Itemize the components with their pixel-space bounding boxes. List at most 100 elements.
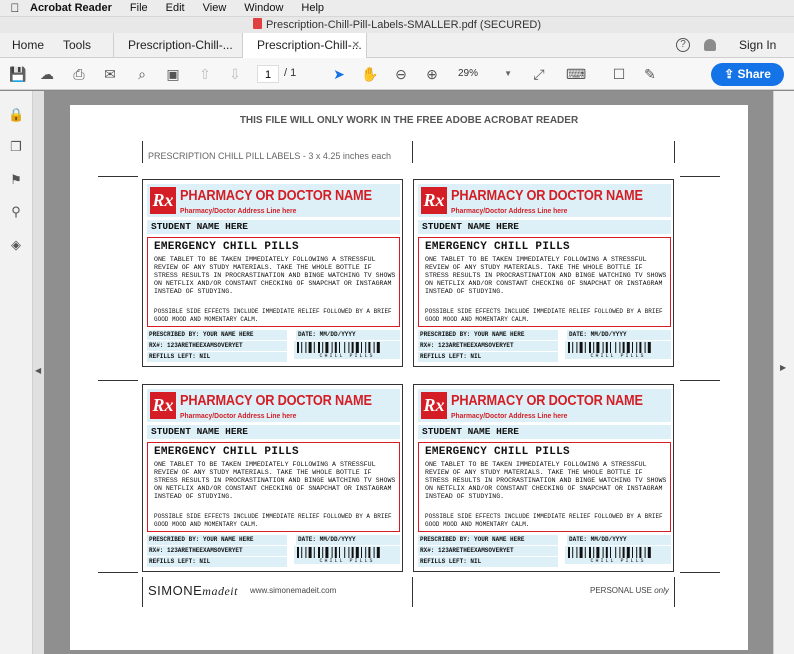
- prescription-label: Rx PHARMACY OR DOCTOR NAME Pharmacy/Doct…: [413, 179, 674, 367]
- bell-icon[interactable]: [704, 39, 716, 51]
- website-text: www.simonemadeit.com: [250, 586, 337, 595]
- date-field: DATE: MM/DD/YYYY: [296, 330, 400, 340]
- zoom-out-icon[interactable]: ⊖: [392, 65, 410, 83]
- fit-page-icon[interactable]: ⤢: [530, 65, 548, 83]
- bookmark-icon[interactable]: ⚑: [8, 172, 24, 188]
- zoom-in-icon[interactable]: ⊕: [423, 65, 441, 83]
- tab-document-2[interactable]: Prescription-Chill-... ✕: [242, 33, 367, 58]
- label-header: Rx PHARMACY OR DOCTOR NAME Pharmacy/Doct…: [147, 389, 400, 422]
- refills-left: REFILLS LEFT: NIL: [147, 352, 287, 362]
- menu-view[interactable]: View: [203, 2, 227, 14]
- label-side-effects: POSSIBLE SIDE EFFECTS INCLUDE IMMEDIATE …: [425, 308, 663, 323]
- chevron-down-icon: ▼: [504, 69, 512, 78]
- chevron-right-icon: ▶: [780, 363, 787, 372]
- save-icon[interactable]: 💾: [9, 65, 27, 83]
- search-zoom-icon[interactable]: ⌕: [133, 65, 151, 83]
- label-instructions: ONE TABLET TO BE TAKEN IMMEDIATELY FOLLO…: [425, 256, 667, 295]
- prescribed-by: PRESCRIBED BY: YOUR NAME HERE: [147, 535, 287, 545]
- menu-file[interactable]: File: [130, 2, 148, 14]
- page-number-input[interactable]: 1: [257, 65, 279, 83]
- pages-icon[interactable]: ❐: [8, 139, 24, 155]
- hand-icon[interactable]: ✋: [361, 65, 379, 83]
- label-instructions: ONE TABLET TO BE TAKEN IMMEDIATELY FOLLO…: [154, 461, 396, 500]
- barcode-bars: [297, 547, 380, 558]
- barcode-bars: [568, 547, 651, 558]
- prev-page-icon[interactable]: ⇧: [196, 65, 214, 83]
- upload-icon[interactable]: ☁: [38, 65, 56, 83]
- menu-bar:  Acrobat Reader File Edit View Window H…: [0, 0, 794, 17]
- comment-icon[interactable]: ☐: [610, 65, 628, 83]
- date-field: DATE: MM/DD/YYYY: [567, 535, 671, 545]
- document-viewer[interactable]: THIS FILE WILL ONLY WORK IN THE FREE ADO…: [44, 91, 773, 654]
- barcode-text: CHILL PILLS: [319, 558, 375, 564]
- label-side-effects: POSSIBLE SIDE EFFECTS INCLUDE IMMEDIATE …: [425, 513, 663, 528]
- barcode-bars: [297, 342, 380, 353]
- instructions-box: EMERGENCY CHILL PILLS ONE TABLET TO BE T…: [147, 442, 400, 532]
- page-subtitle: PRESCRIPTION CHILL PILL LABELS - 3 x 4.2…: [148, 151, 391, 161]
- page-notice: THIS FILE WILL ONLY WORK IN THE FREE ADO…: [239, 115, 579, 126]
- logo-script: madeit: [202, 584, 238, 598]
- prescription-label: Rx PHARMACY OR DOCTOR NAME Pharmacy/Doct…: [413, 384, 674, 572]
- label-title: EMERGENCY CHILL PILLS: [425, 241, 570, 253]
- rx-number: RX#: 123ARETHEEXAMSOVERYET: [418, 341, 558, 351]
- tab-home[interactable]: Home: [12, 38, 44, 52]
- help-icon[interactable]: ?: [676, 38, 690, 52]
- barcode-bars: [568, 342, 651, 353]
- layers-icon[interactable]: ◈: [8, 237, 24, 253]
- pharmacy-name: PHARMACY OR DOCTOR NAME: [451, 188, 643, 204]
- refills-left: REFILLS LEFT: NIL: [418, 352, 558, 362]
- tab-document-1[interactable]: Prescription-Chill-...: [113, 33, 253, 58]
- student-name: STUDENT NAME HERE: [147, 220, 400, 234]
- prescription-label: Rx PHARMACY OR DOCTOR NAME Pharmacy/Doct…: [142, 384, 403, 572]
- toolbar: 💾 ☁ ⎙ ✉ ⌕ ▣ ⇧ ⇩ 1 / 1 ➤ ✋ ⊖ ⊕ 29% ▼ ⤢ ⌨ ☐…: [0, 58, 794, 90]
- share-button[interactable]: ⇪ Share: [711, 63, 784, 86]
- left-sidebar: 🔒 ❐ ⚑ ⚲ ◈: [0, 91, 33, 654]
- student-name: STUDENT NAME HERE: [418, 220, 671, 234]
- keyboard-icon[interactable]: ⌨: [566, 65, 586, 83]
- zoom-select[interactable]: 29% ▼: [452, 65, 516, 83]
- print-icon[interactable]: ⎙: [70, 65, 88, 83]
- prescribed-by: PRESCRIBED BY: YOUR NAME HERE: [418, 330, 558, 340]
- select-arrow-icon[interactable]: ➤: [330, 65, 348, 83]
- sign-pen-icon[interactable]: ✎: [641, 65, 659, 83]
- crop-mark: [98, 572, 138, 573]
- crop-mark: [674, 577, 675, 607]
- crop-mark: [98, 176, 138, 177]
- menu-edit[interactable]: Edit: [166, 2, 185, 14]
- pharmacy-name: PHARMACY OR DOCTOR NAME: [180, 188, 372, 204]
- window-title: Prescription-Chill-Pill-Labels-SMALLER.p…: [265, 19, 542, 31]
- lock-icon[interactable]: 🔒: [8, 107, 24, 123]
- label-instructions: ONE TABLET TO BE TAKEN IMMEDIATELY FOLLO…: [425, 461, 667, 500]
- date-field: DATE: MM/DD/YYYY: [567, 330, 671, 340]
- share-icon: ⇪: [724, 67, 738, 81]
- email-icon[interactable]: ✉: [101, 65, 119, 83]
- instructions-box: EMERGENCY CHILL PILLS ONE TABLET TO BE T…: [147, 237, 400, 327]
- crop-mark: [412, 577, 413, 607]
- screenshot-icon[interactable]: ▣: [164, 65, 182, 83]
- pharmacy-address: Pharmacy/Doctor Address Line here: [180, 206, 297, 215]
- close-icon[interactable]: ✕: [352, 33, 360, 58]
- attachment-icon[interactable]: ⚲: [8, 204, 24, 220]
- tab-tools[interactable]: Tools: [63, 38, 91, 52]
- prescription-label: Rx PHARMACY OR DOCTOR NAME Pharmacy/Doct…: [142, 179, 403, 367]
- tab-document-1-label: Prescription-Chill-...: [128, 38, 233, 52]
- menu-app-name[interactable]: Acrobat Reader: [30, 2, 112, 14]
- prescribed-by: PRESCRIBED BY: YOUR NAME HERE: [418, 535, 558, 545]
- personal-use-main: PERSONAL USE: [590, 586, 652, 595]
- label-title: EMERGENCY CHILL PILLS: [154, 241, 299, 253]
- pharmacy-name: PHARMACY OR DOCTOR NAME: [451, 393, 643, 409]
- right-panel-toggle[interactable]: ▶: [773, 91, 794, 654]
- barcode: CHILL PILLS: [294, 341, 400, 359]
- barcode-text: CHILL PILLS: [319, 353, 375, 359]
- next-page-icon[interactable]: ⇩: [226, 65, 244, 83]
- barcode: CHILL PILLS: [294, 546, 400, 564]
- label-side-effects: POSSIBLE SIDE EFFECTS INCLUDE IMMEDIATE …: [154, 308, 392, 323]
- menu-window[interactable]: Window: [244, 2, 283, 14]
- crop-mark: [412, 141, 413, 163]
- sign-in-link[interactable]: Sign In: [739, 38, 776, 52]
- apple-logo-icon[interactable]: : [0, 1, 30, 15]
- label-title: EMERGENCY CHILL PILLS: [154, 446, 299, 458]
- label-header: Rx PHARMACY OR DOCTOR NAME Pharmacy/Doct…: [147, 184, 400, 217]
- left-panel-toggle[interactable]: ◀: [33, 91, 44, 654]
- menu-help[interactable]: Help: [301, 2, 324, 14]
